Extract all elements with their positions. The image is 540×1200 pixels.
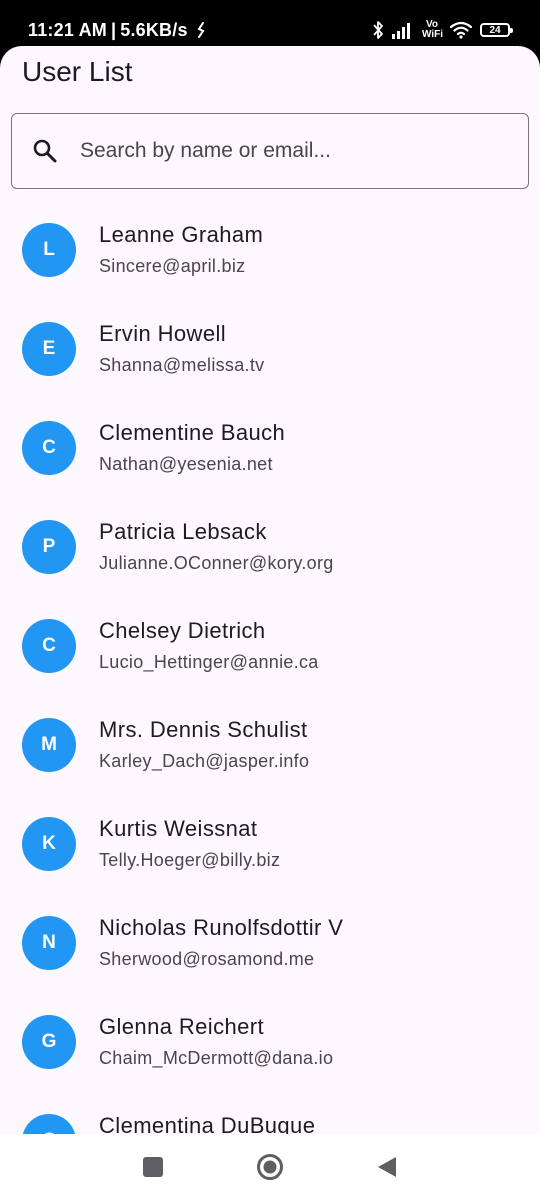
list-item[interactable]: N Nicholas Runolfsdottir V Sherwood@rosamo…: [0, 895, 540, 994]
user-name: Mrs. Dennis Schulist: [99, 717, 308, 742]
loading-icon: [197, 22, 205, 38]
avatar: K: [22, 817, 76, 871]
avatar: N: [22, 916, 76, 970]
user-email: Shanna@melissa.tv: [99, 355, 265, 375]
user-name: Kurtis Weissnat: [99, 816, 258, 841]
user-name: Chelsey Dietrich: [99, 618, 266, 643]
recent-apps-icon: [143, 1157, 163, 1177]
list-item[interactable]: C Chelsey Dietrich Lucio_Hettinger@annie.c…: [0, 598, 540, 697]
vowifi-bottom: WiFi: [422, 29, 444, 40]
user-email: Chaim_McDermott@dana.io: [99, 1048, 334, 1068]
user-name: Clementine Bauch: [99, 420, 286, 445]
avatar: M: [22, 718, 76, 772]
bluetooth-icon: [373, 21, 383, 39]
user-name: Glenna Reichert: [99, 1014, 264, 1039]
network-speed: 5.6KB/s: [120, 20, 188, 40]
user-email: Karley_Dach@jasper.info: [99, 751, 310, 771]
list-item[interactable]: K Kurtis Weissnat Telly.Hoeger@billy.biz: [0, 796, 540, 895]
navigation-bar: [0, 1134, 540, 1200]
user-email: Sherwood@rosamond.me: [99, 949, 315, 969]
phone-screen: 11:21 AM | 5.6KB/s Vo WiFi 24 User List …: [0, 0, 540, 1200]
home-icon: [257, 1154, 283, 1180]
user-name: Ervin Howell: [99, 321, 227, 346]
app-container: User List L Leanne Graham Sincere@april.bi…: [0, 46, 540, 1134]
search-field[interactable]: [11, 113, 529, 189]
status-bar: 11:21 AM | 5.6KB/s Vo WiFi 24: [0, 0, 540, 46]
user-name: Leanne Graham: [99, 222, 264, 247]
avatar: C: [22, 1114, 76, 1134]
search-icon: [32, 138, 58, 164]
list-item[interactable]: L Leanne Graham Sincere@april.biz: [0, 202, 540, 301]
status-time: 11:21 AM: [28, 20, 107, 40]
status-icons: Vo WiFi 24: [372, 18, 513, 42]
recent-apps-button[interactable]: [138, 1152, 168, 1182]
signal-icon: [392, 23, 410, 39]
wifi-icon: [450, 21, 472, 39]
page-title: User List: [22, 56, 133, 87]
status-separator: |: [110, 20, 117, 40]
user-name: Clementina DuBuque: [99, 1113, 316, 1134]
back-button[interactable]: [372, 1152, 402, 1182]
list-item[interactable]: G Glenna Reichert Chaim_McDermott@dana.io: [0, 994, 540, 1093]
back-icon: [378, 1157, 396, 1177]
user-email: Nathan@yesenia.net: [99, 454, 273, 474]
status-left: 11:21 AM | 5.6KB/s: [28, 20, 206, 41]
user-list[interactable]: L Leanne Graham Sincere@april.biz E Ervin Ho…: [0, 202, 540, 1134]
avatar: P: [22, 520, 76, 574]
avatar: E: [22, 322, 76, 376]
battery-icon: 24: [480, 23, 513, 37]
user-email: Lucio_Hettinger@annie.ca: [99, 652, 319, 672]
avatar: L: [22, 223, 76, 277]
list-item[interactable]: M Mrs. Dennis Schulist Karley_Dach@jasper.…: [0, 697, 540, 796]
user-name: Patricia Lebsack: [99, 519, 267, 544]
list-item[interactable]: CClementina DuBuqueRey.Padberg@karina.bi…: [0, 1093, 540, 1134]
user-email: Sincere@april.biz: [99, 256, 246, 276]
user-email: Telly.Hoeger@billy.biz: [99, 850, 281, 870]
search-input[interactable]: [78, 138, 502, 164]
home-button[interactable]: [255, 1152, 285, 1182]
avatar: C: [22, 421, 76, 475]
list-item[interactable]: E Ervin Howell Shanna@melissa.tv: [0, 301, 540, 400]
vowifi-indicator: Vo WiFi: [422, 20, 444, 40]
list-item[interactable]: P Patricia Lebsack Julianne.OConner@kory.o…: [0, 499, 540, 598]
avatar: C: [22, 619, 76, 673]
user-name: Nicholas Runolfsdottir V: [99, 915, 344, 940]
avatar: G: [22, 1015, 76, 1069]
list-item[interactable]: C Clementine Bauch Nathan@yesenia.net: [0, 400, 540, 499]
battery-level: 24: [489, 24, 501, 36]
user-email: Julianne.OConner@kory.org: [99, 553, 334, 573]
